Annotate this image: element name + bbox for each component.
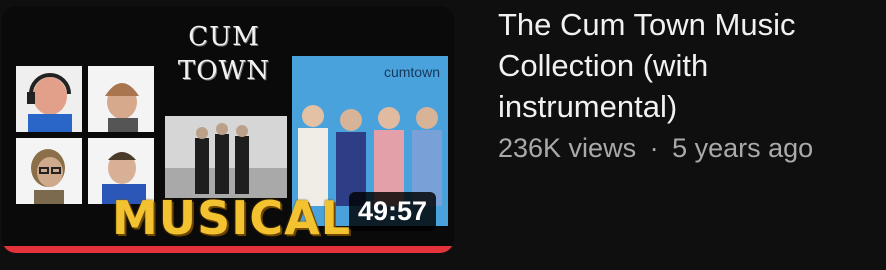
video-title[interactable]: The Cum Town Music Collection (with inst…	[498, 4, 868, 127]
meta-separator: ·	[649, 133, 659, 163]
portrait-glasses	[16, 138, 82, 204]
video-list-item[interactable]: CUM TOWN cumtown MUSICAL 49:57 The Cum T…	[0, 0, 886, 270]
video-details: The Cum Town Music Collection (with inst…	[498, 4, 868, 165]
portrait-beanie	[88, 66, 154, 132]
logo-line-1: CUM	[188, 22, 260, 52]
portrait-headphones	[16, 66, 82, 132]
cast-portrait-grid	[16, 66, 156, 206]
upload-age: 5 years ago	[672, 133, 814, 163]
video-metadata: 236K views · 5 years ago	[498, 131, 868, 165]
watch-progress-fill	[2, 246, 454, 253]
band-photo	[165, 116, 287, 198]
musical-banner: MUSICAL	[112, 191, 352, 245]
cum-town-logo: CUM TOWN	[170, 20, 278, 88]
video-thumbnail[interactable]: CUM TOWN cumtown MUSICAL 49:57	[2, 6, 454, 253]
watch-progress-bar	[2, 246, 454, 253]
logo-line-2: TOWN	[177, 56, 271, 86]
view-count: 236K views	[498, 133, 637, 163]
duration-badge: 49:57	[348, 192, 436, 231]
